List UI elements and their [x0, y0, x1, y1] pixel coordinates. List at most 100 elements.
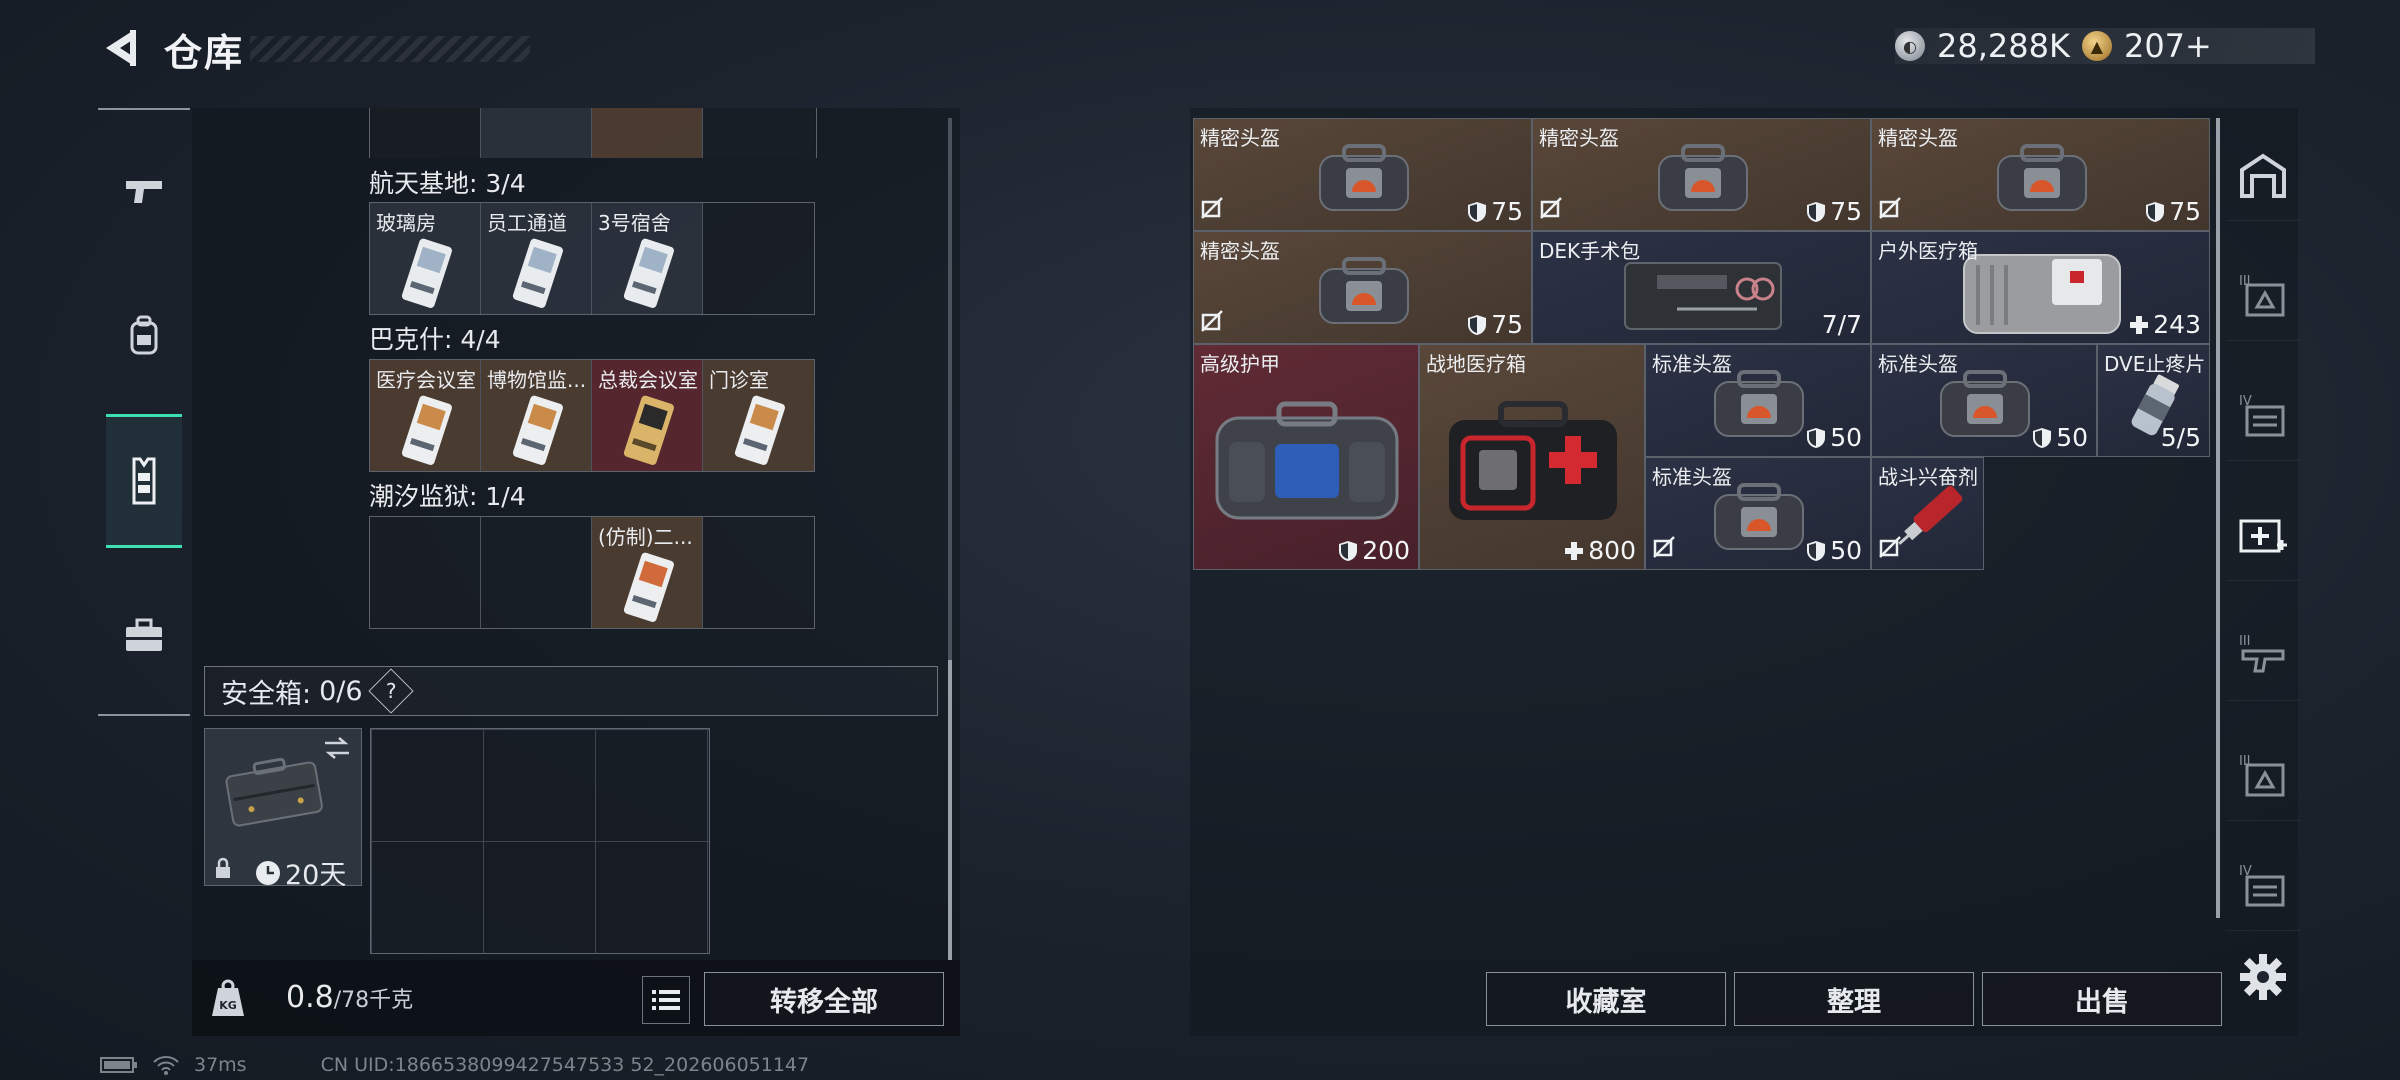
keycard-cell[interactable]: 医疗会议室 — [370, 360, 481, 471]
keycard-grid: 医疗会议室 博物馆监... 总裁会议室 门诊室 — [369, 359, 815, 472]
keycard-cell[interactable]: 总裁会议室 — [592, 360, 703, 471]
keycard-icon — [512, 395, 563, 465]
item-value-text: 75 — [1491, 197, 1523, 226]
item-name: 标准头盔 — [1652, 465, 1732, 489]
item-value: 7/7 — [1822, 310, 1862, 339]
left-scrollbar-thumb[interactable] — [948, 660, 952, 960]
nav-case[interactable] — [106, 588, 182, 682]
storage-item[interactable]: 标准头盔 50 — [1645, 457, 1871, 570]
item-value: 50 — [2032, 423, 2088, 452]
no-drop-badge — [1539, 196, 1563, 224]
weight-readout: 0.8/78千克 — [286, 980, 413, 1015]
safe-box-header: 安全箱: 0/6 ? — [204, 666, 938, 716]
svg-text:III: III — [2239, 274, 2251, 289]
safe-box-item[interactable]: 20天 — [204, 728, 362, 891]
sort-button[interactable]: 整理 — [1734, 972, 1974, 1026]
gear-icon — [2240, 954, 2286, 1000]
storage-item[interactable]: 高级护甲 200 — [1193, 344, 1419, 570]
nav-storage-4[interactable]: IV — [2226, 370, 2300, 461]
nav-storage-main[interactable] — [2226, 130, 2300, 221]
nav-backpack[interactable] — [106, 288, 182, 382]
no-drop-badge — [1200, 309, 1224, 337]
shield-icon — [1807, 427, 1826, 448]
nav-storage-weapons[interactable]: III — [2226, 610, 2300, 701]
back-button[interactable] — [96, 22, 144, 74]
item-name: 精密头盔 — [1878, 126, 1958, 150]
item-value: 800 — [1564, 536, 1636, 565]
no-drop-icon — [1879, 197, 1901, 219]
battery-icon — [100, 1057, 137, 1073]
shield-icon — [2033, 427, 2052, 448]
item-name: 精密头盔 — [1539, 126, 1619, 150]
silver-amount: 28,288K — [1937, 27, 2070, 65]
right-scrollbar[interactable] — [2216, 118, 2220, 918]
transfer-all-button[interactable]: 转移全部 — [704, 972, 944, 1026]
keycard-cell[interactable]: 博物馆监... — [481, 360, 592, 471]
sell-button[interactable]: 出售 — [1982, 972, 2222, 1026]
keycard-slot — [370, 108, 481, 158]
nav-storage-medical[interactable] — [2226, 490, 2300, 581]
helmet-bag-icon — [1657, 143, 1748, 211]
storage-item[interactable]: DVE止疼片 5/5 — [2097, 344, 2210, 457]
svg-text:KG: KG — [219, 999, 237, 1012]
storage-item[interactable]: 精密头盔 75 — [1532, 118, 1871, 231]
no-drop-icon — [1201, 310, 1223, 332]
keycard-icon — [623, 552, 674, 622]
list-view-button[interactable] — [642, 976, 690, 1024]
item-value: 75 — [1467, 310, 1523, 339]
status-bar: 37ms CN UID:1866538099427547533 52_20260… — [100, 1054, 809, 1076]
nav-storage-3[interactable]: III — [2226, 250, 2300, 341]
item-value: 75 — [1806, 197, 1862, 226]
gold-amount[interactable]: 207+ — [2124, 27, 2212, 65]
surgical-kit-icon — [1623, 261, 1782, 330]
keycard-name: (仿制)二... — [598, 525, 693, 549]
keycard-slot[interactable] — [481, 108, 592, 158]
keycard-cell[interactable]: 门诊室 — [703, 360, 814, 471]
no-drop-badge — [1652, 535, 1676, 563]
keycard-cell[interactable]: (仿制)二... — [592, 517, 703, 628]
weight-kg-icon: KG — [212, 979, 244, 1016]
storage-item[interactable]: DEK手术包 7/7 — [1532, 231, 1871, 344]
keycard-cell[interactable]: 玻璃房 — [370, 203, 481, 314]
shield-icon — [2146, 201, 2165, 222]
storage-item[interactable]: 精密头盔 75 — [1871, 118, 2210, 231]
helmet-bag-icon — [1318, 143, 1409, 211]
shield-icon — [1807, 540, 1826, 561]
gold-coin-icon: ▲ — [2081, 31, 2112, 61]
keycard-icon — [623, 238, 674, 308]
storage-item[interactable]: 精密头盔 75 — [1193, 231, 1532, 344]
nav-storage-4b[interactable]: IV — [2226, 840, 2300, 931]
tier3-armor-icon: III — [2239, 274, 2285, 317]
keycard-cell[interactable]: 员工通道 — [481, 203, 592, 314]
nav-weapons[interactable] — [106, 144, 182, 238]
title-decoration — [250, 36, 530, 62]
keycard-slot[interactable] — [592, 108, 703, 158]
help-button[interactable]: ? — [367, 668, 414, 714]
item-name: 标准头盔 — [1878, 352, 1958, 376]
storage-item[interactable]: 精密头盔 75 — [1193, 118, 1532, 231]
keycard-cell[interactable]: 3号宿舍 — [592, 203, 703, 314]
storage-item[interactable]: 标准头盔 50 — [1871, 344, 2097, 457]
item-name: 战斗兴奋剂 — [1878, 465, 1978, 489]
storage-item[interactable]: 战地医疗箱 800 — [1419, 344, 1645, 570]
item-name: 户外医疗箱 — [1878, 239, 1978, 263]
storage-item[interactable]: 战斗兴奋剂 — [1871, 457, 1984, 570]
vest-icon — [132, 457, 156, 505]
settings-button[interactable] — [2238, 952, 2288, 1002]
tier3-helmet-icon: III — [2239, 754, 2285, 797]
item-value: 50 — [1806, 423, 1862, 452]
ping-text: 37ms — [194, 1054, 247, 1076]
collection-room-button[interactable]: 收藏室 — [1486, 972, 1726, 1026]
case-icon — [126, 618, 162, 651]
svg-text:III: III — [2239, 634, 2251, 649]
nav-storage-armor[interactable]: III — [2226, 730, 2300, 821]
item-name: 精密头盔 — [1200, 239, 1280, 263]
storage-item[interactable]: 户外医疗箱 243 — [1871, 231, 2210, 344]
armor-bag-icon — [1215, 401, 1399, 520]
keycard-slot — [703, 108, 814, 158]
nav-vest[interactable] — [106, 414, 182, 548]
weight-max: /78千克 — [333, 988, 414, 1013]
keycard-group-label: 巴克什: 4/4 — [369, 325, 501, 354]
storage-item[interactable]: 标准头盔 50 — [1645, 344, 1871, 457]
keycard-icon — [401, 238, 452, 308]
